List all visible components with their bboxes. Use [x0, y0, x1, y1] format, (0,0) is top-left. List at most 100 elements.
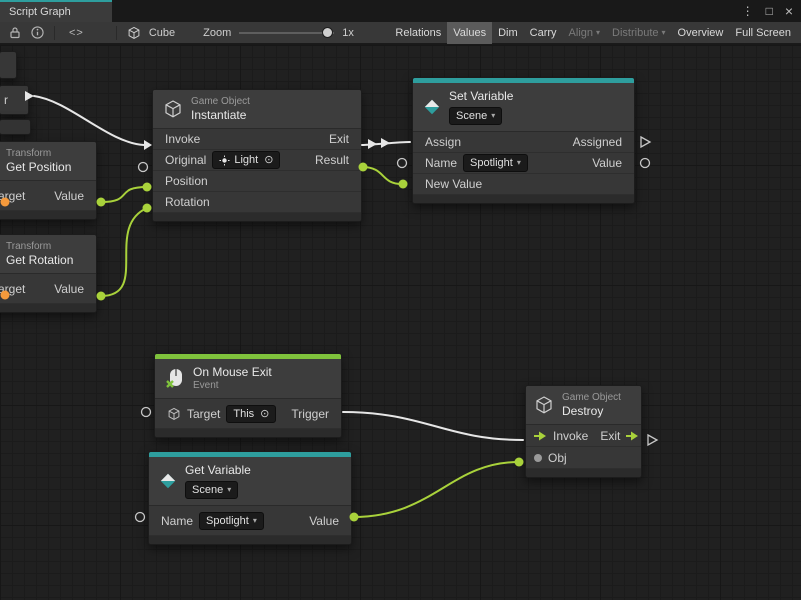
object-field-value: Light: [234, 153, 258, 167]
node-header: Transform Get Rotation: [0, 235, 96, 274]
wire-getvariable-to-obj[interactable]: [353, 462, 519, 517]
object-picker-icon[interactable]: ⊙: [264, 153, 273, 167]
node-header: Game Object Destroy: [526, 386, 641, 425]
context-object-label[interactable]: Cube: [149, 27, 175, 39]
name-in-port[interactable]: [136, 513, 145, 522]
node-title: Get Rotation: [6, 253, 73, 267]
value-port-label: Value: [592, 156, 622, 170]
object-field-value: This: [233, 407, 254, 421]
port-row: Name Spotlight ▾ Value: [149, 506, 351, 536]
port-row: Target Value: [0, 181, 96, 211]
light-object-field[interactable]: Light ⊙: [212, 151, 280, 169]
object-port-icon: [534, 454, 542, 462]
position-in-port[interactable]: [143, 183, 152, 192]
assigned-port-label: Assigned: [573, 135, 622, 149]
dropdown-value: Scene: [456, 109, 487, 123]
node-on-mouse-exit[interactable]: On Mouse Exit Event Target This ⊙ Trigge…: [154, 353, 342, 438]
relations-button[interactable]: Relations: [389, 22, 447, 44]
lock-icon[interactable]: [4, 22, 26, 44]
node-get-rotation[interactable]: Transform Get Rotation Target Value: [0, 234, 97, 313]
port-row: Target This ⊙ Trigger: [155, 399, 341, 429]
close-icon[interactable]: ×: [785, 4, 793, 18]
assign-port-label: Assign: [425, 135, 461, 149]
rotation-in-port[interactable]: [143, 204, 152, 213]
value-out-port[interactable]: [97, 198, 106, 207]
game-object-icon: [534, 395, 554, 415]
tab-script-graph[interactable]: Script Graph: [0, 0, 112, 22]
clipped-node-fragment[interactable]: r: [0, 85, 29, 115]
window-menu-icon[interactable]: ⋮: [742, 5, 754, 17]
node-title: Set Variable: [449, 89, 513, 103]
node-instantiate[interactable]: Game Object Instantiate Invoke Exit Orig…: [152, 89, 362, 222]
node-footer: [153, 213, 361, 221]
wire-trigger-to-destroy-invoke[interactable]: [343, 412, 523, 440]
wire-getrotation-to-rotation[interactable]: [101, 208, 147, 296]
flow-arrow[interactable]: [368, 139, 377, 149]
chevron-down-icon: ▾: [517, 156, 521, 170]
dropdown-value: Scene: [192, 483, 223, 497]
carry-button[interactable]: Carry: [524, 22, 563, 44]
node-get-position[interactable]: Transform Get Position Target Value: [0, 141, 97, 220]
full-screen-button[interactable]: Full Screen: [729, 22, 797, 44]
wire-getposition-to-position[interactable]: [101, 187, 147, 202]
maximize-icon[interactable]: □: [766, 5, 773, 17]
clipped-node-fragment[interactable]: [0, 119, 31, 135]
target-in-port[interactable]: [142, 408, 151, 417]
value-out-port[interactable]: [97, 292, 106, 301]
name-in-port[interactable]: [398, 159, 407, 168]
node-category: Game Object: [562, 392, 621, 403]
value-port-label: Value: [54, 189, 84, 203]
chevron-down-icon: ▾: [253, 514, 257, 528]
variable-scope-dropdown[interactable]: Scene ▾: [449, 107, 502, 125]
variable-icon: [159, 472, 177, 490]
wire-result-to-new-value[interactable]: [362, 167, 402, 184]
node-title: On Mouse Exit: [193, 365, 272, 379]
overview-button[interactable]: Overview: [672, 22, 730, 44]
flow-arrow[interactable]: [381, 138, 390, 148]
dropdown-value: Spotlight: [206, 514, 249, 528]
flow-arrow-icon: [626, 431, 639, 441]
wire-layer: [0, 45, 801, 600]
distribute-button[interactable]: Distribute▾: [606, 22, 671, 44]
assigned-out-port[interactable]: [641, 137, 650, 147]
obj-in-port[interactable]: [515, 458, 524, 467]
graph-toolbar: <> Cube Zoom 1x Relations Values Dim Car…: [0, 22, 801, 44]
graph-canvas[interactable]: r Transform Get Position Target Value Tr…: [0, 45, 801, 600]
zoom-slider-track[interactable]: [239, 32, 334, 34]
new-value-in-port[interactable]: [399, 180, 408, 189]
zoom-value: 1x: [342, 27, 354, 39]
zoom-slider[interactable]: [239, 22, 334, 44]
clipped-port-label: r: [4, 93, 8, 107]
original-in-port[interactable]: [139, 163, 148, 172]
value-out-port[interactable]: [641, 159, 650, 168]
node-destroy[interactable]: Game Object Destroy Invoke Exit Obj: [525, 385, 642, 478]
target-port-label: Target: [187, 407, 220, 421]
variable-name-dropdown[interactable]: Spotlight ▾: [199, 512, 264, 530]
clipped-node-fragment[interactable]: [0, 51, 17, 79]
invoke-port-arrow[interactable]: [144, 140, 152, 150]
wire-to-instantiate-invoke[interactable]: [34, 96, 144, 145]
node-get-variable[interactable]: Get Variable Scene ▾ Name Spotlight ▾ Va…: [148, 451, 352, 545]
variable-scope-dropdown[interactable]: Scene ▾: [185, 481, 238, 499]
wire-exit-to-assign[interactable]: [362, 142, 410, 145]
this-object-field[interactable]: This ⊙: [226, 405, 276, 423]
dim-button[interactable]: Dim: [492, 22, 524, 44]
target-port-label: Target: [0, 189, 25, 203]
zoom-slider-handle[interactable]: [322, 27, 333, 38]
dropdown-value: Spotlight: [470, 156, 513, 170]
tab-label: Script Graph: [9, 6, 71, 18]
object-picker-icon[interactable]: ⊙: [260, 407, 269, 421]
align-button[interactable]: Align▾: [563, 22, 606, 44]
trigger-port-label: Trigger: [291, 407, 329, 421]
exit-out-port[interactable]: [648, 435, 657, 445]
info-icon[interactable]: [26, 22, 48, 44]
node-set-variable[interactable]: Set Variable Scene ▾ Assign Assigned Nam…: [412, 77, 635, 204]
game-object-icon: [167, 407, 181, 421]
code-view-icon[interactable]: <>: [69, 27, 84, 39]
values-button[interactable]: Values: [447, 22, 492, 44]
variable-name-dropdown[interactable]: Spotlight ▾: [463, 154, 528, 172]
zoom-label: Zoom: [203, 27, 231, 39]
node-header: On Mouse Exit Event: [155, 359, 341, 399]
invoke-port-label: Invoke: [553, 429, 588, 443]
target-port-label: Target: [0, 282, 25, 296]
